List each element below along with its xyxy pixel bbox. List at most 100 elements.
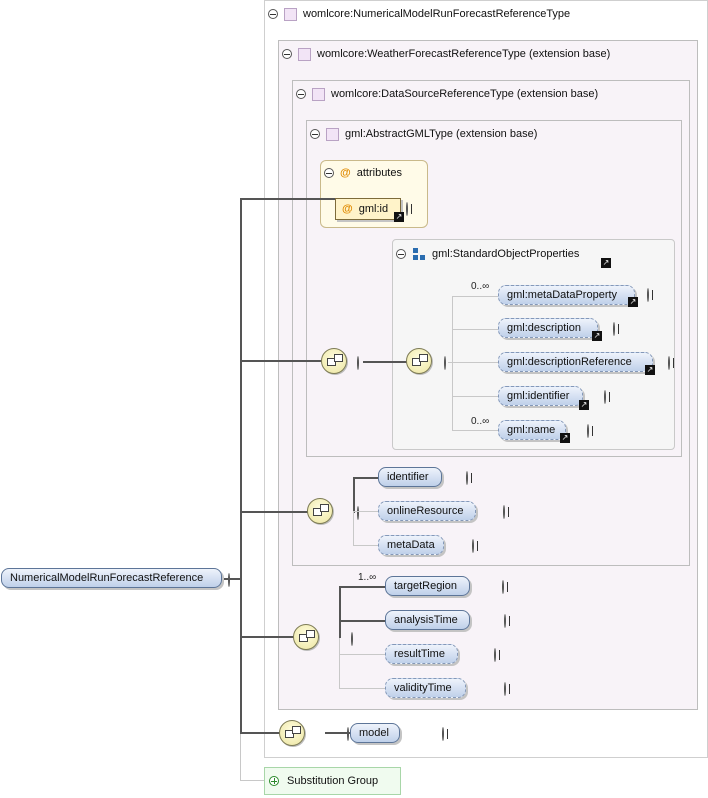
element-gml-name[interactable]: gml:name — [498, 420, 566, 440]
connector-wf-h3 — [339, 688, 385, 689]
group-box-standard-object-properties — [392, 239, 675, 450]
connector-std-h2 — [452, 362, 498, 363]
cardinality-label: 1..∞ — [358, 572, 377, 583]
reference-arrow-icon: ↗ — [579, 400, 589, 410]
expand-icon[interactable] — [442, 727, 444, 741]
element-label: gml:identifier — [507, 390, 570, 402]
element-onlineresource[interactable]: onlineResource — [378, 501, 476, 521]
reference-arrow-icon: ↗ — [394, 212, 404, 222]
element-label: NumericalModelRunForecastReference — [10, 572, 204, 584]
attributes-title: attributes — [356, 167, 402, 179]
element-targetregion[interactable]: targetRegion — [385, 576, 470, 596]
element-resulttime[interactable]: resultTime — [385, 644, 458, 664]
element-gml-metadataproperty[interactable]: gml:metaDataProperty — [498, 285, 635, 305]
element-identifier[interactable]: identifier — [378, 467, 442, 487]
element-metadata[interactable]: metaData — [378, 535, 444, 555]
collapse-icon[interactable] — [351, 632, 353, 646]
complex-type-icon — [298, 47, 311, 61]
connector-wf-h1 — [339, 620, 385, 622]
connector-to-seq1 — [240, 360, 322, 362]
expand-icon[interactable] — [604, 390, 606, 404]
expand-icon[interactable] — [269, 776, 279, 786]
connector-to-seq4 — [240, 732, 280, 734]
expand-icon[interactable] — [503, 505, 505, 519]
connector-ds-h1 — [353, 511, 378, 512]
element-analysistime[interactable]: analysisTime — [385, 610, 470, 630]
collapse-icon[interactable] — [268, 9, 278, 19]
root-element[interactable]: NumericalModelRunForecastReference — [1, 568, 222, 588]
connector-std-h1 — [452, 329, 498, 330]
element-label: gml:description — [507, 322, 581, 334]
reference-arrow-icon: ↗ — [560, 433, 570, 443]
element-gml-description[interactable]: gml:description — [498, 318, 598, 338]
expand-icon[interactable] — [668, 356, 670, 370]
connector-model — [325, 732, 350, 734]
connector-ds-v2 — [353, 512, 354, 545]
collapse-icon[interactable] — [324, 168, 334, 178]
expand-icon[interactable] — [494, 648, 496, 662]
element-label: targetRegion — [394, 580, 457, 592]
expand-icon[interactable] — [466, 471, 468, 485]
element-label: resultTime — [394, 648, 445, 660]
reference-arrow-icon: ↗ — [645, 365, 655, 375]
element-label: gml:name — [507, 424, 556, 436]
group-header[interactable]: gml:StandardObjectProperties — [396, 245, 579, 263]
connector-wf-v — [339, 586, 341, 638]
expand-icon[interactable] — [472, 539, 474, 553]
connector-std-h4 — [452, 430, 498, 431]
sequence-icon[interactable] — [293, 624, 319, 650]
type-header-weather-forecast[interactable]: womlcore:WeatherForecastReferenceType (e… — [282, 45, 610, 63]
expand-icon[interactable] — [613, 322, 615, 336]
sequence-icon[interactable] — [406, 348, 432, 374]
element-gml-descriptionreference[interactable]: gml:descriptionReference — [498, 352, 653, 372]
reference-arrow-icon: ↗ — [601, 258, 611, 268]
sequence-icon[interactable] — [279, 720, 305, 746]
connector-trunk — [240, 198, 242, 734]
collapse-icon[interactable] — [357, 356, 359, 370]
element-label: onlineResource — [387, 505, 464, 517]
collapse-icon[interactable] — [347, 727, 349, 741]
element-label: gml:metaDataProperty — [507, 289, 618, 301]
element-label: metaData — [387, 539, 435, 551]
connector-wf-h2 — [339, 654, 385, 655]
cardinality-label: 0..∞ — [471, 281, 490, 292]
connector-wf-h0 — [339, 586, 385, 588]
collapse-icon[interactable] — [396, 249, 406, 259]
collapse-icon[interactable] — [228, 573, 230, 587]
element-label: gml:descriptionReference — [507, 356, 632, 368]
expand-icon[interactable] — [587, 424, 589, 438]
sequence-icon[interactable] — [321, 348, 347, 374]
type-name: womlcore:DataSourceReferenceType (extens… — [331, 88, 599, 100]
collapse-icon[interactable] — [444, 356, 446, 370]
type-name: womlcore:WeatherForecastReferenceType (e… — [317, 48, 611, 60]
collapse-icon[interactable] — [282, 49, 292, 59]
expand-icon[interactable] — [504, 614, 506, 628]
connector-root — [222, 578, 240, 580]
substitution-group-label: Substitution Group — [287, 775, 379, 787]
collapse-icon[interactable] — [310, 129, 320, 139]
connector-seq1-to-seq1b — [363, 361, 407, 363]
collapse-icon[interactable] — [296, 89, 306, 99]
element-validitytime[interactable]: validityTime — [385, 678, 466, 698]
sequence-icon[interactable] — [307, 498, 333, 524]
type-header-data-source[interactable]: womlcore:DataSourceReferenceType (extens… — [296, 85, 598, 103]
expand-icon[interactable] — [406, 202, 408, 216]
connector-ds-h0 — [353, 477, 378, 479]
element-gml-identifier[interactable]: gml:identifier — [498, 386, 583, 406]
collapse-icon[interactable] — [357, 506, 359, 520]
connector-to-seq2 — [240, 511, 308, 513]
reference-arrow-icon: ↗ — [628, 297, 638, 307]
attribute-gml-id[interactable]: @ gml:id — [335, 198, 401, 220]
type-header-abstract-gml[interactable]: gml:AbstractGMLType (extension base) — [310, 125, 537, 143]
attributes-header[interactable]: @ attributes — [324, 164, 402, 182]
substitution-group-box[interactable]: Substitution Group — [264, 767, 401, 795]
expand-icon[interactable] — [647, 288, 649, 302]
type-header-numerical-model-run[interactable]: womlcore:NumericalModelRunForecastRefere… — [268, 5, 570, 23]
attribute-icon: @ — [340, 167, 351, 179]
expand-icon[interactable] — [504, 682, 506, 696]
expand-icon[interactable] — [502, 580, 504, 594]
connector-substitution — [240, 734, 241, 780]
element-model[interactable]: model — [350, 723, 400, 743]
element-label: identifier — [387, 471, 429, 483]
element-label: model — [359, 727, 389, 739]
